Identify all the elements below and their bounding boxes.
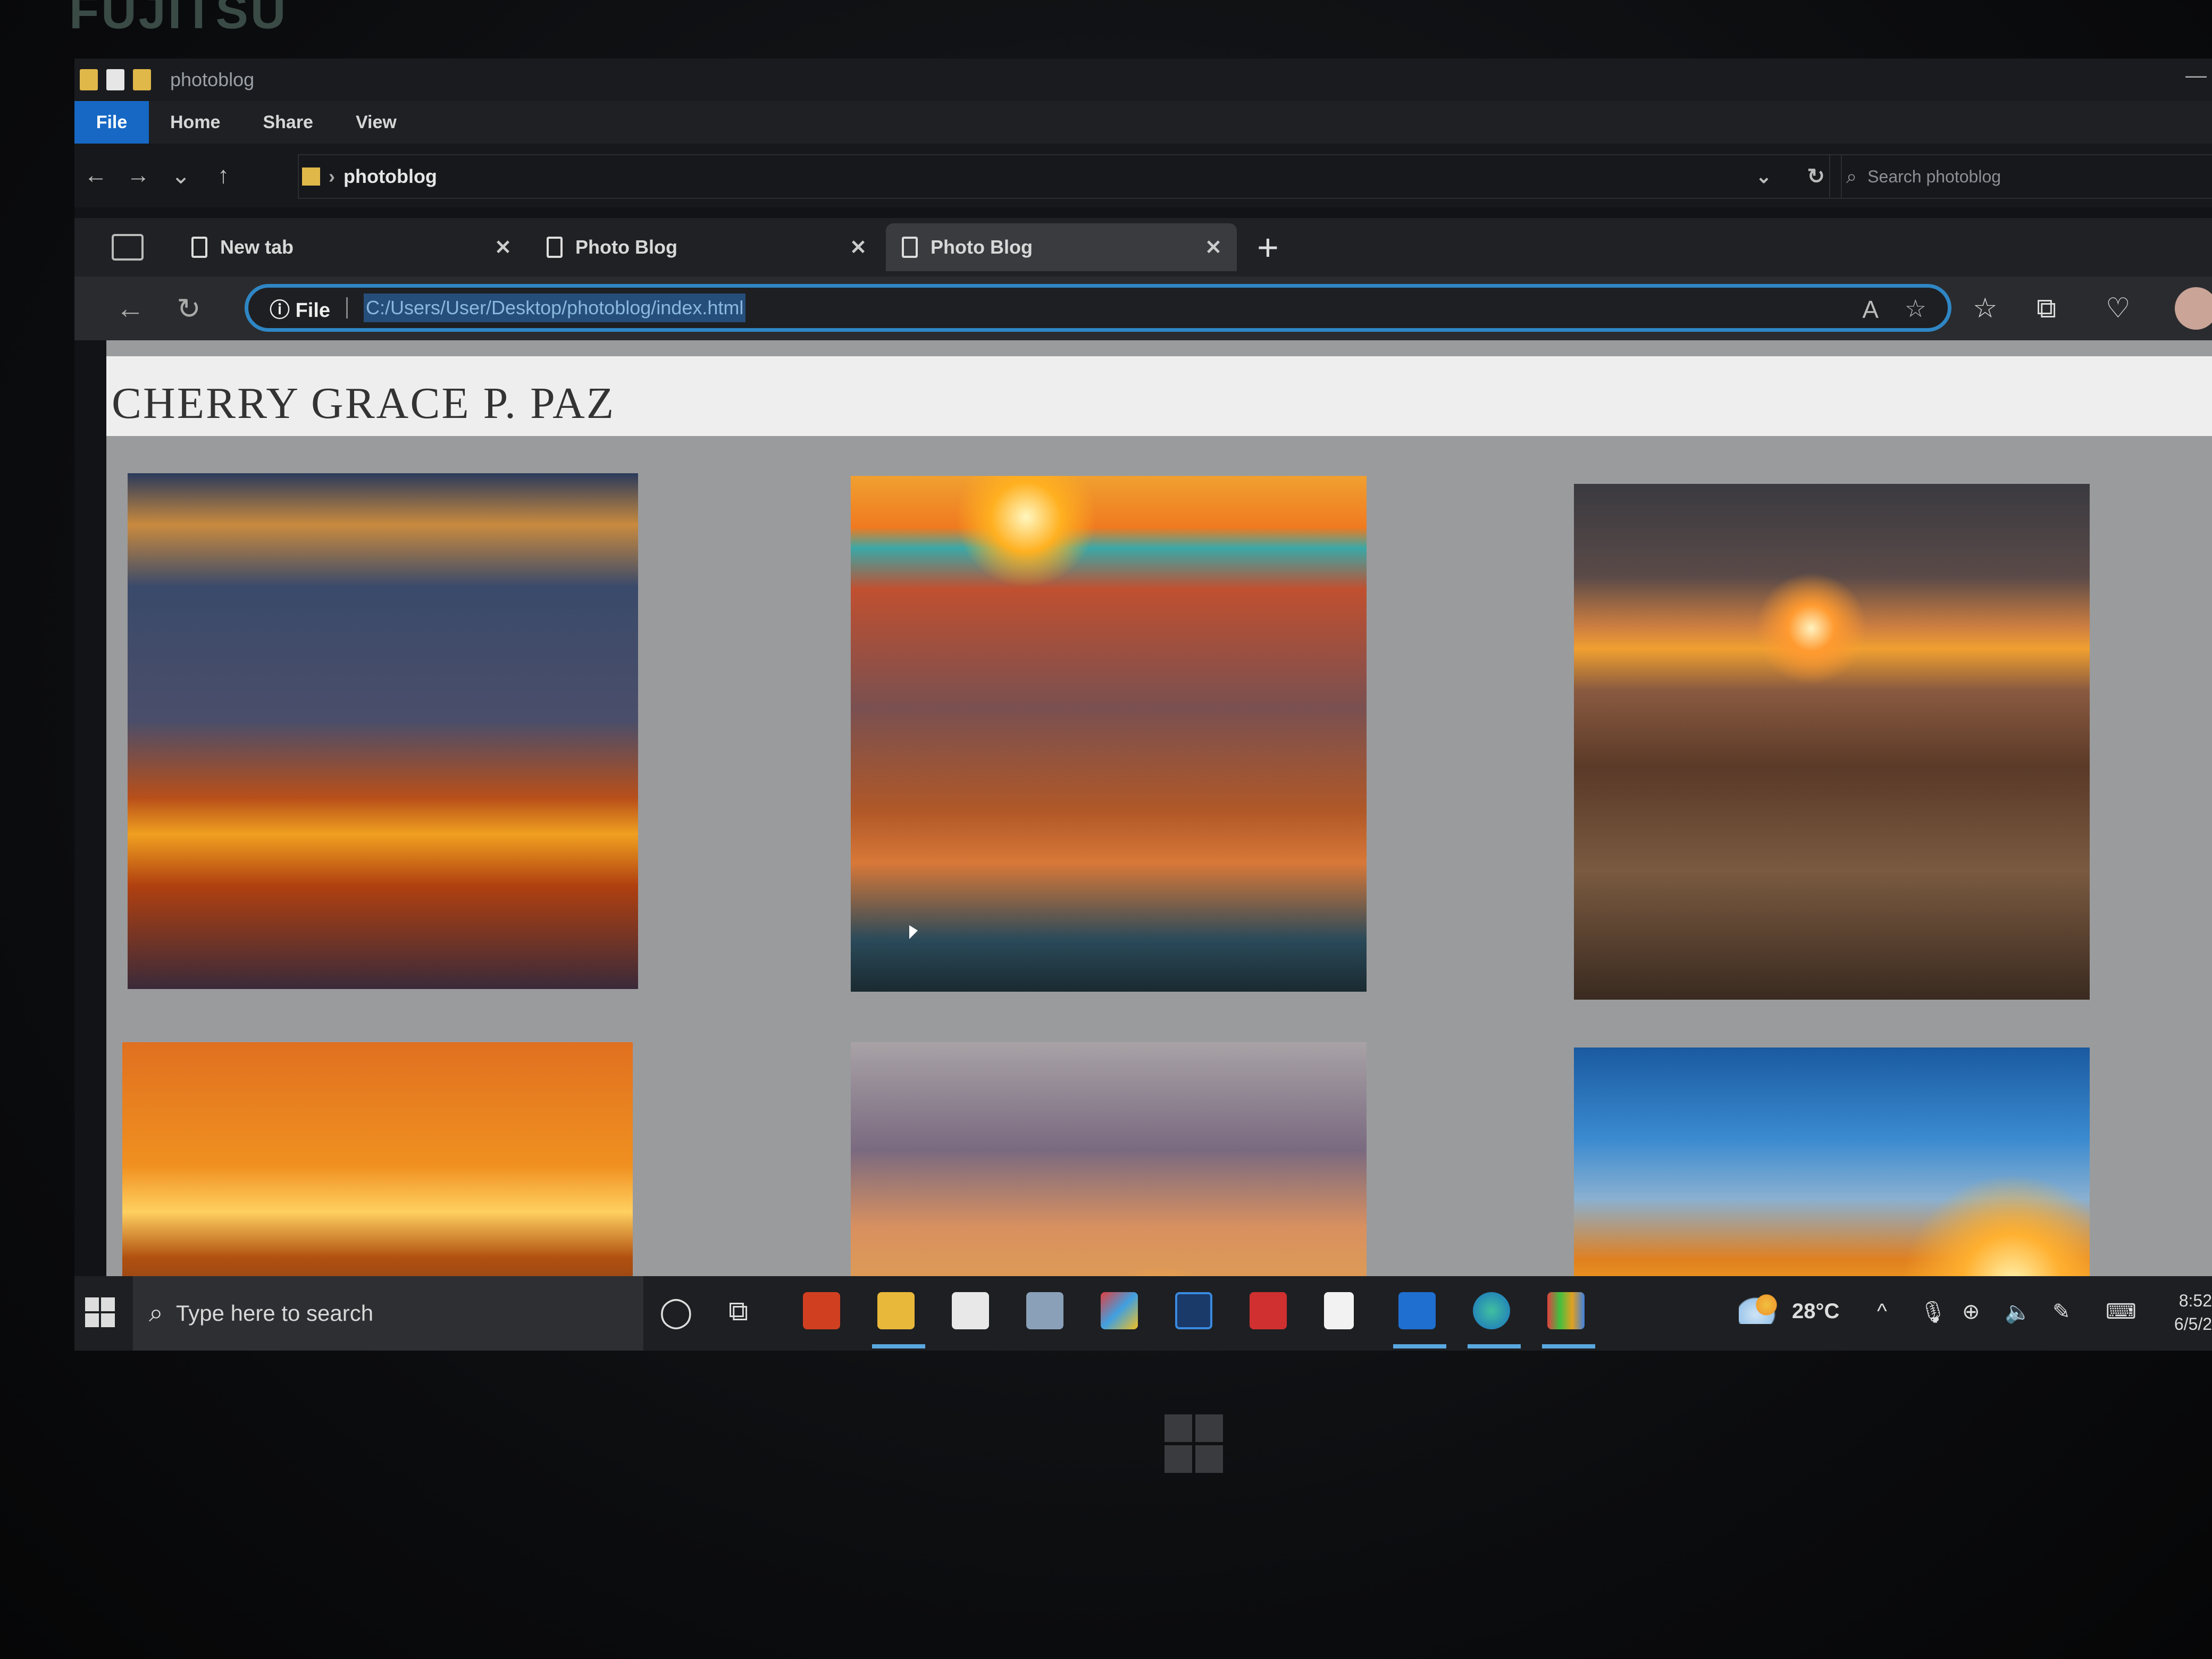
up-arrow-icon[interactable]: ↑: [202, 162, 245, 189]
ribbon-tab-file[interactable]: File: [74, 101, 149, 144]
explorer-title: photoblog: [170, 69, 255, 90]
clock-date: 6/5/2: [2174, 1314, 2212, 1334]
scheme-label: File: [295, 299, 331, 322]
page-header: CHERRY GRACE P. PAZ: [106, 356, 2212, 436]
close-icon[interactable]: ✕: [850, 236, 867, 259]
active-indicator: [1393, 1344, 1446, 1348]
3d-viewer-icon[interactable]: [1101, 1292, 1138, 1329]
address-bar[interactable]: ⓘ File C:/Users/User/Desktop/photoblog/i…: [245, 284, 1951, 332]
clock-time: 8:52: [2179, 1291, 2212, 1310]
brand-logo: FUJITSU: [69, 0, 288, 39]
ribbon-tab-share[interactable]: Share: [241, 101, 334, 144]
path-separator-icon: ›: [329, 165, 335, 187]
screen: photoblog — File Home Share View ← → ⌄ ↑…: [74, 58, 2212, 1351]
search-icon: ⌕: [149, 1299, 163, 1327]
taskbar-search-placeholder: Type here to search: [175, 1301, 374, 1326]
tab-photo-blog-active[interactable]: Photo Blog ✕: [886, 223, 1237, 271]
start-icon[interactable]: [85, 1297, 115, 1327]
close-icon[interactable]: ✕: [1205, 236, 1222, 259]
photo-stone-stack[interactable]: [1574, 484, 2090, 1000]
active-indicator: [1468, 1344, 1521, 1348]
tab-photo-blog[interactable]: Photo Blog ✕: [531, 223, 882, 271]
tab-new-tab[interactable]: New tab ✕: [175, 223, 526, 271]
search-placeholder: Search photoblog: [1867, 166, 2001, 186]
windows-button-icon[interactable]: [1164, 1414, 1223, 1473]
path-segment[interactable]: photoblog: [343, 165, 437, 188]
screen-recorder-icon[interactable]: [803, 1292, 840, 1329]
cortana-icon[interactable]: ◯: [659, 1294, 693, 1329]
mouse-cursor-icon: [909, 925, 918, 939]
folder-icon: [80, 69, 98, 90]
tab-actions-icon[interactable]: [112, 234, 144, 261]
new-tab-icon: [191, 237, 207, 258]
minimize-icon[interactable]: —: [2185, 64, 2207, 88]
store-icon[interactable]: [952, 1292, 989, 1329]
read-aloud-icon[interactable]: A: [1862, 295, 1879, 324]
microphone-icon[interactable]: 🎙: [1920, 1300, 1947, 1325]
page-icon: [902, 237, 918, 258]
page-title: CHERRY GRACE P. PAZ: [112, 379, 616, 428]
active-indicator: [1542, 1344, 1595, 1348]
divider: [346, 297, 348, 319]
ribbon-tab-home[interactable]: Home: [149, 101, 241, 144]
pen-icon[interactable]: ✎: [2052, 1300, 2071, 1324]
weather-icon[interactable]: [1739, 1292, 1781, 1324]
search-icon: ⌕: [1846, 165, 1857, 187]
explorer-ribbon: File Home Share View: [74, 101, 2212, 144]
explorer-nav-bar: ← → ⌄ ↑ › photoblog ⌄ ↻ ⌕ Search photobl…: [74, 144, 2212, 207]
volume-icon[interactable]: 🔈: [2005, 1300, 2031, 1325]
camera-icon[interactable]: [1026, 1292, 1063, 1329]
collections-icon[interactable]: ⧉: [2037, 292, 2056, 325]
edge-icon[interactable]: [1473, 1292, 1510, 1329]
url-text[interactable]: C:/Users/User/Desktop/photoblog/index.ht…: [364, 294, 746, 322]
tab-label: Photo Blog: [575, 236, 677, 258]
chevron-down-icon[interactable]: ⌄: [1756, 165, 1772, 188]
avatar[interactable]: [2175, 287, 2212, 330]
address-path[interactable]: › photoblog ⌄ ↻: [298, 154, 1842, 199]
explorer-title-bar: photoblog —: [74, 58, 2212, 101]
browser-tab-strip: New tab ✕ Photo Blog ✕ Photo Blog ✕ +: [74, 218, 2212, 276]
keyboard-icon[interactable]: ⌨: [2106, 1300, 2136, 1324]
refresh-icon[interactable]: ↻: [160, 292, 218, 325]
forward-arrow-icon[interactable]: →: [117, 162, 160, 189]
add-favorite-icon[interactable]: ☆: [1905, 294, 1926, 323]
browser-essentials-icon[interactable]: ♡: [2106, 292, 2131, 324]
tab-label: Photo Blog: [931, 236, 1033, 258]
photo-leaf-sunset[interactable]: [851, 476, 1367, 992]
file-explorer-icon[interactable]: [877, 1292, 915, 1329]
taskbar-search-input[interactable]: ⌕ Type here to search: [133, 1276, 643, 1351]
sketchup-icon[interactable]: [1250, 1292, 1287, 1329]
taskbar: ⌕ Type here to search ◯ ⧉ 28°C ^ 🎙 ⊕ 🔈 ✎…: [74, 1276, 2212, 1351]
ribbon-tab-view[interactable]: View: [334, 101, 418, 144]
close-icon[interactable]: ✕: [495, 236, 512, 259]
favorites-icon[interactable]: ☆: [1973, 292, 1998, 324]
page-icon: [547, 237, 563, 258]
task-view-icon[interactable]: ⧉: [728, 1295, 748, 1328]
winrar-icon[interactable]: [1547, 1292, 1585, 1329]
clock[interactable]: 8:52 6/5/2: [2174, 1289, 2212, 1336]
explorer-search-input[interactable]: ⌕ Search photoblog: [1829, 154, 2212, 199]
folder-icon: [302, 167, 320, 186]
browser-toolbar: ← ↻ ⓘ File C:/Users/User/Desktop/photobl…: [74, 276, 2212, 340]
document-icon[interactable]: [1324, 1292, 1354, 1329]
web-page: CHERRY GRACE P. PAZ: [106, 340, 2212, 1351]
back-arrow-icon[interactable]: ←: [101, 292, 160, 325]
network-icon[interactable]: ⊕: [1962, 1300, 1980, 1324]
recent-chevron-icon[interactable]: ⌄: [160, 162, 202, 189]
weather-temp[interactable]: 28°C: [1792, 1300, 1839, 1323]
properties-icon[interactable]: [106, 69, 124, 90]
photo-birds-sunset[interactable]: [128, 473, 638, 989]
back-arrow-icon[interactable]: ←: [74, 162, 117, 189]
refresh-icon[interactable]: ↻: [1807, 164, 1825, 189]
new-tab-button[interactable]: +: [1257, 226, 1279, 269]
info-icon[interactable]: ⓘ File: [270, 294, 330, 323]
new-folder-icon[interactable]: [133, 69, 151, 90]
photoshop-icon[interactable]: [1175, 1292, 1212, 1329]
vscode-icon[interactable]: [1398, 1292, 1436, 1329]
active-indicator: [872, 1344, 925, 1348]
tab-label: New tab: [220, 236, 294, 258]
chevron-up-icon[interactable]: ^: [1877, 1300, 1887, 1323]
